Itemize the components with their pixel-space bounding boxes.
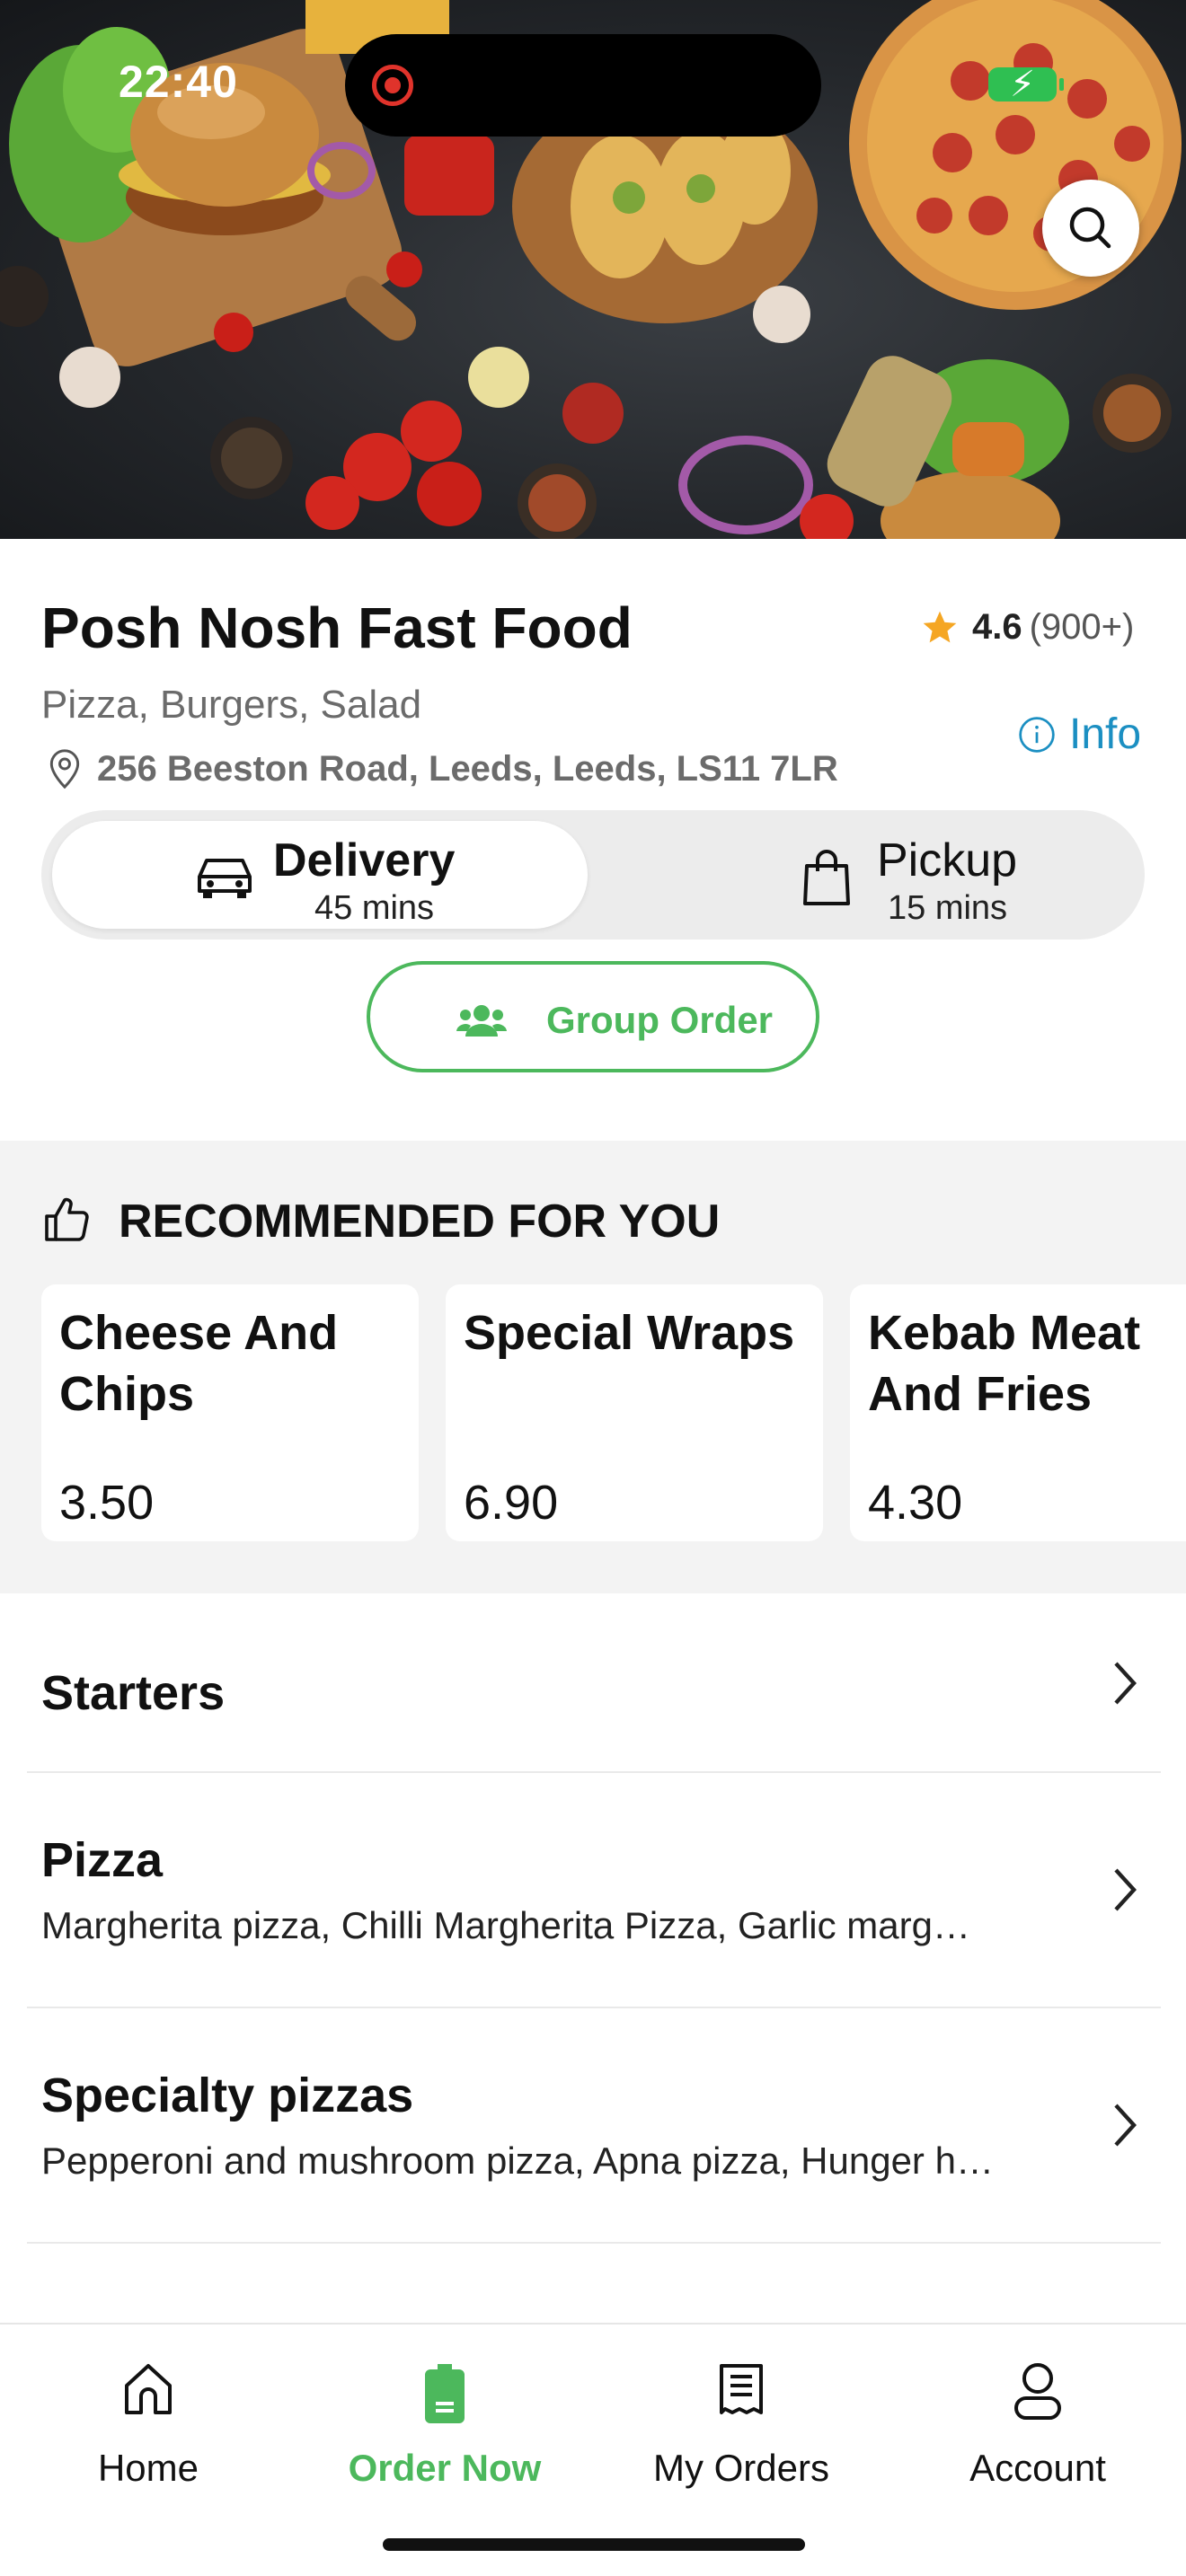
recommended-item-price: 4.30 — [868, 1476, 963, 1530]
order-icon — [425, 2364, 465, 2423]
info-icon — [1019, 716, 1055, 753]
chevron-right-icon — [1114, 1868, 1137, 1911]
recommended-item-price: 3.50 — [59, 1476, 155, 1530]
info-label: Info — [1069, 710, 1142, 758]
nav-home[interactable]: Home — [0, 2325, 296, 2504]
pickup-label: Pickup — [877, 834, 1018, 887]
recommended-card[interactable]: Cheese And Chips 3.50 — [41, 1284, 419, 1541]
info-link[interactable]: Info — [1017, 710, 1141, 759]
nav-label: Account — [969, 2447, 1106, 2489]
store-cuisines: Pizza, Burgers, Salad — [41, 683, 422, 727]
car-icon — [198, 859, 252, 898]
pickup-time: 15 mins — [888, 889, 1008, 927]
receipt-icon — [720, 2364, 763, 2414]
recommended-card[interactable]: Special Wraps 6.90 — [446, 1284, 823, 1541]
recommended-section: RECOMMENDED FOR YOU Cheese And Chips 3.5… — [0, 1141, 1186, 1593]
recommended-item-name: Special Wraps — [464, 1306, 795, 1360]
order-mode-toggle: Delivery 45 mins Pickup 15 mins — [41, 810, 1145, 940]
rating-value: 4.6 — [972, 607, 1022, 647]
category-name: Starters — [41, 1666, 226, 1720]
category-description: Margherita pizza, Chilli Margherita Pizz… — [41, 1904, 970, 1946]
store-address: 256 Beeston Road, Leeds, Leeds, LS11 7LR — [45, 747, 838, 790]
search-button[interactable] — [1042, 180, 1139, 277]
thumbs-up-icon — [45, 1197, 89, 1241]
nav-label: Order Now — [348, 2447, 542, 2489]
chevron-right-icon — [1114, 1662, 1137, 1705]
store-rating: 4.6 (900+) — [920, 607, 1134, 648]
nav-my-orders[interactable]: My Orders — [593, 2325, 890, 2504]
recommended-item-name: Kebab Meat And Fries For… — [868, 1306, 1141, 1421]
home-indicator — [383, 2538, 805, 2551]
category-row-specialty-pizzas[interactable]: Specialty pizzas Pepperoni and mushroom … — [27, 2008, 1161, 2244]
group-order-label: Group Order — [546, 999, 774, 1041]
recommended-title: RECOMMENDED FOR YOU — [119, 1195, 721, 1248]
delivery-label: Delivery — [273, 834, 456, 887]
star-icon — [923, 611, 957, 642]
pickup-option[interactable]: Pickup 15 mins — [598, 821, 1134, 929]
category-name: Specialty pizzas — [41, 2069, 414, 2122]
store-name: Posh Nosh Fast Food — [41, 595, 633, 660]
battery-charging-icon: ⚡ — [988, 65, 1064, 104]
location-pin-icon — [49, 749, 80, 790]
category-row-pizza[interactable]: Pizza Margherita pizza, Chilli Margherit… — [27, 1773, 1161, 2008]
delivery-time: 45 mins — [314, 889, 435, 927]
nav-order-now[interactable]: Order Now — [296, 2325, 593, 2504]
delivery-option[interactable]: Delivery 45 mins — [52, 821, 588, 929]
user-icon — [1014, 2363, 1061, 2420]
group-icon — [456, 1005, 507, 1037]
address-text: 256 Beeston Road, Leeds, Leeds, LS11 7LR — [97, 748, 838, 789]
recommended-card[interactable]: Kebab Meat And Fries For… 4.30 — [850, 1284, 1186, 1541]
dynamic-island — [345, 34, 821, 137]
chevron-right-icon — [1114, 2104, 1137, 2147]
rating-count: (900+) — [1029, 607, 1135, 647]
nav-label: My Orders — [652, 2447, 829, 2489]
recording-indicator-icon — [372, 65, 413, 106]
category-row-starters[interactable]: Starters — [27, 1593, 1161, 1773]
nav-label: Home — [97, 2447, 199, 2489]
recommended-item-price: 6.90 — [464, 1476, 559, 1530]
recommended-item-name: Cheese And Chips — [59, 1306, 339, 1421]
hero-image: 22:40 ⚡ — [0, 0, 1186, 539]
nav-account[interactable]: Account — [890, 2325, 1186, 2504]
search-icon — [1069, 207, 1111, 249]
shopping-bag-icon — [803, 850, 850, 905]
group-order-button[interactable]: Group Order — [367, 961, 819, 1072]
category-name: Pizza — [41, 1833, 164, 1887]
status-time: 22:40 — [119, 57, 238, 107]
home-icon — [125, 2364, 172, 2414]
category-description: Pepperoni and mushroom pizza, Apna pizza… — [41, 2139, 994, 2182]
